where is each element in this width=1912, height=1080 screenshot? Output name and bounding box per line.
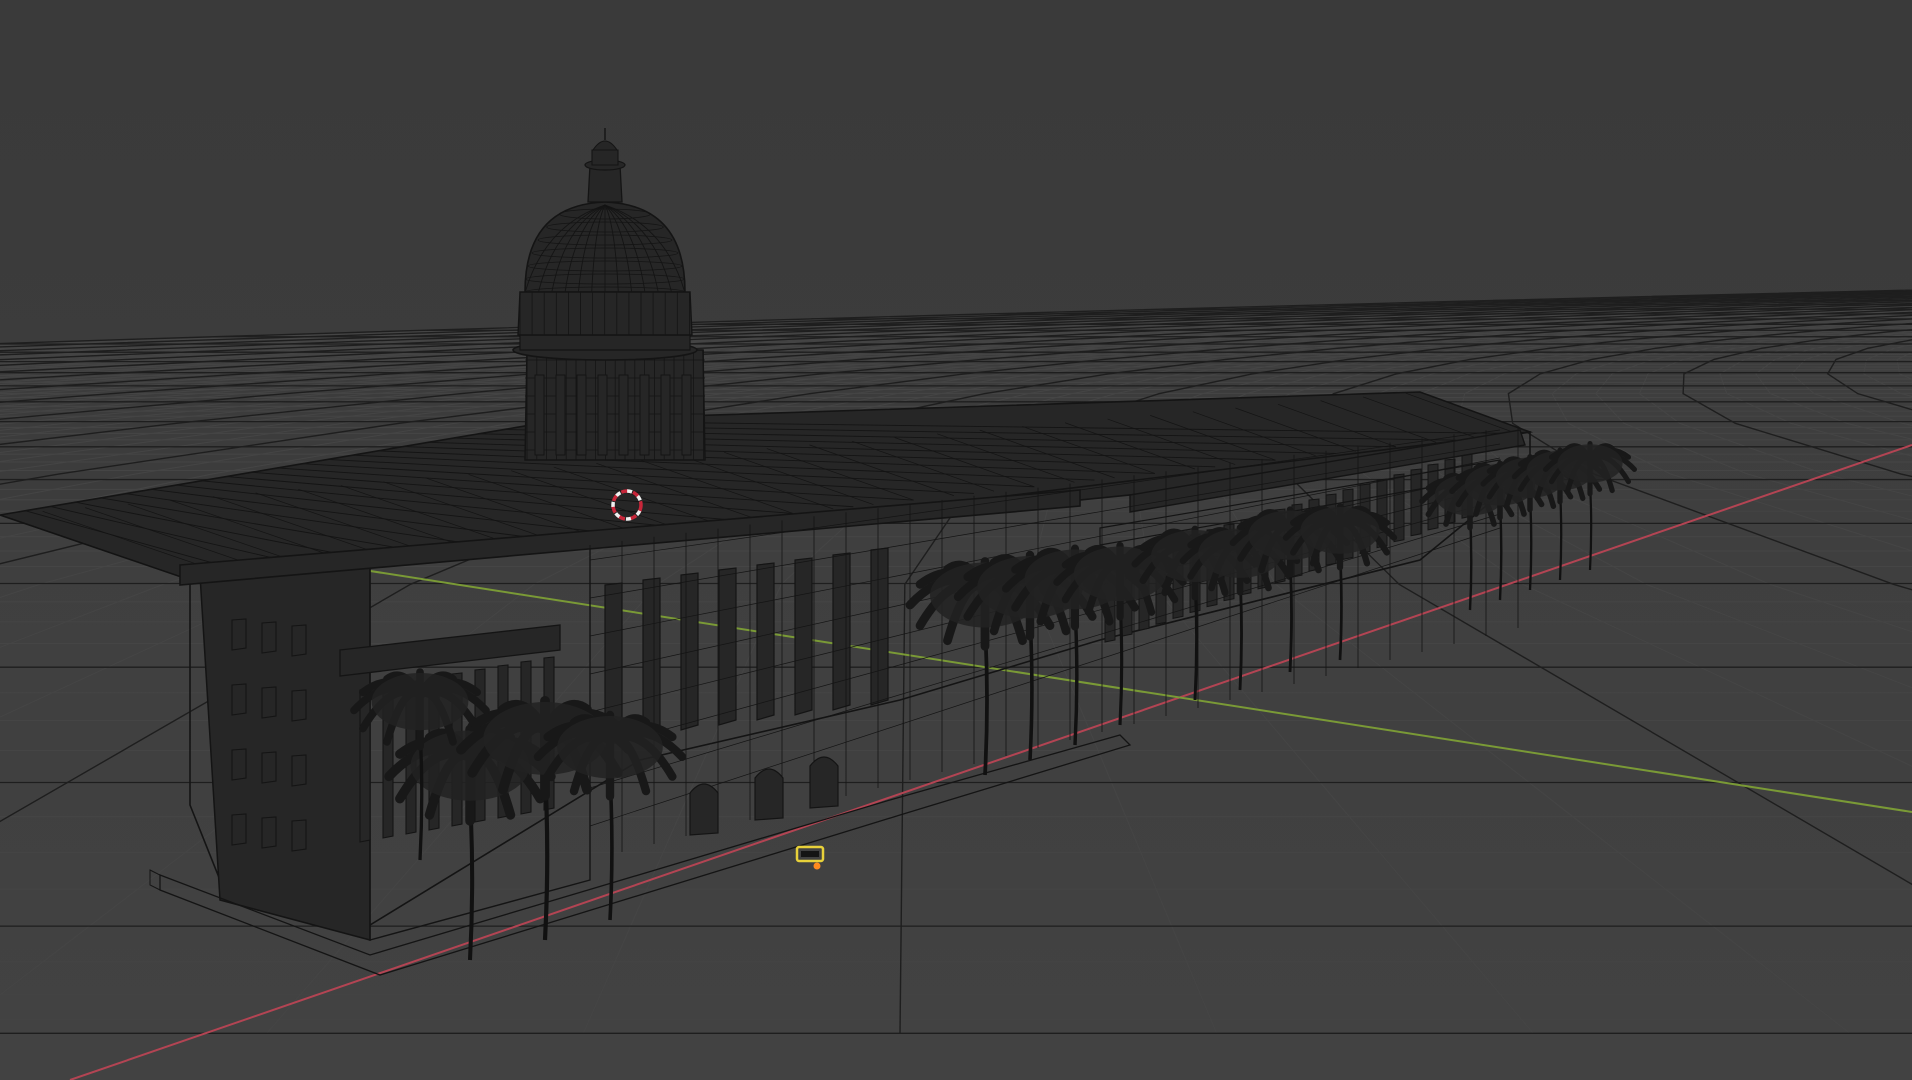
origin-point xyxy=(813,862,821,870)
3d-viewport[interactable] xyxy=(0,0,1912,1080)
viewport-scene[interactable] xyxy=(0,0,1912,1080)
